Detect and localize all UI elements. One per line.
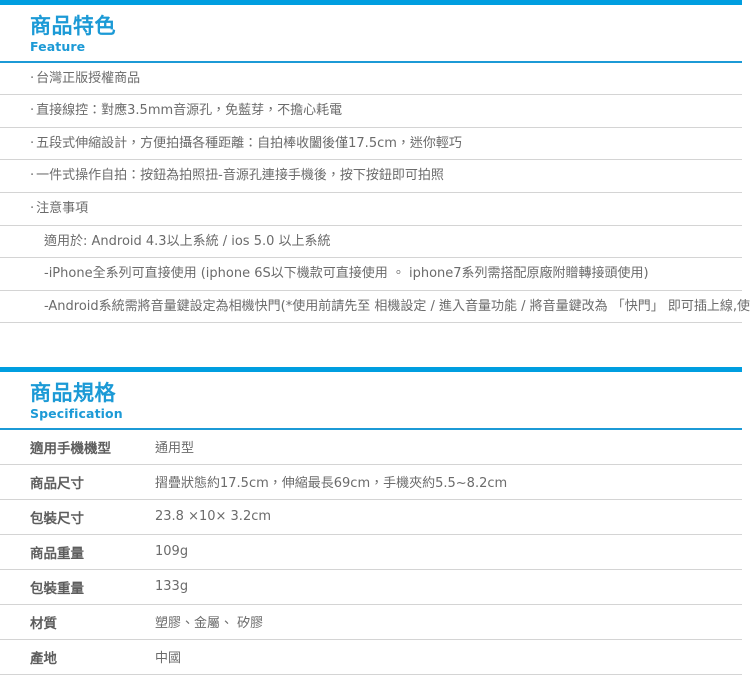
spec-label: 適用手機機型 [30, 440, 111, 457]
spec-title-en: Specification [30, 406, 123, 422]
spec-label: 包裝重量 [30, 580, 84, 597]
spec-label: 材質 [30, 615, 57, 632]
spec-value: 塑膠、金屬、 矽膠 [155, 616, 264, 632]
spec-value: 133g [155, 579, 189, 595]
feature-title-zh: 商品特色 [30, 14, 116, 38]
list-item: ‧ 五段式伸縮設計，方便拍攝各種距離：自拍棒收闔後僅17.5cm，迷你輕巧 [0, 128, 742, 161]
spec-label: 包裝尺寸 [30, 510, 84, 527]
page-bottom-spacer [0, 675, 742, 699]
specification-section: 商品規格 Specification 適用手機機型 通用型 商品尺寸 摺疊狀態約… [0, 367, 742, 699]
table-row: 適用手機機型 通用型 [0, 430, 742, 465]
feature-note-text: -iPhone全系列可直接使用 (iphone 6S以下機款可直接使用 。 ip… [0, 258, 742, 290]
feature-item-text: ‧ 五段式伸縮設計，方便拍攝各種距離：自拍棒收闔後僅17.5cm，迷你輕巧 [0, 128, 742, 160]
spec-section-header: 商品規格 Specification [0, 372, 742, 428]
feature-item-label: 直接線控：對應3.5mm音源孔，免藍芽，不擔心耗電 [36, 103, 343, 119]
list-item: ‧ 注意事項 [0, 193, 742, 226]
list-item: ‧ 台灣正版授權商品 [0, 63, 742, 96]
spec-value: 摺疊狀態約17.5cm，伸縮最長69cm，手機夾約5.5~8.2cm [155, 476, 508, 492]
feature-note-text: 適用於: Android 4.3以上系統 / ios 5.0 以上系統 [0, 226, 742, 258]
spec-title-zh: 商品規格 [30, 381, 116, 406]
feature-title-en: Feature [30, 39, 86, 55]
feature-note-label: -Android系統需將音量鍵設定為相機快門(*使用前請先至 相機設定 / 進入… [44, 298, 750, 314]
table-row: 包裝重量 133g [0, 569, 742, 605]
list-item: -Android系統需將音量鍵設定為相機快門(*使用前請先至 相機設定 / 進入… [0, 291, 750, 324]
list-item: ‧ 直接線控：對應3.5mm音源孔，免藍芽，不擔心耗電 [0, 95, 742, 128]
feature-item-label: 注意事項 [36, 200, 89, 216]
feature-item-label: 一件式操作自拍：按鈕為拍照扭-音源孔連接手機後，按下按鈕即可拍照 [36, 168, 444, 184]
spec-label: 商品重量 [30, 545, 84, 562]
spec-value: 23.8 ×10× 3.2cm [155, 509, 272, 525]
feature-item-label: 台灣正版授權商品 [36, 70, 141, 86]
table-row: 產地 中國 [0, 639, 742, 675]
feature-item-text: ‧ 直接線控：對應3.5mm音源孔，免藍芽，不擔心耗電 [0, 95, 742, 127]
list-item: ‧ 一件式操作自拍：按鈕為拍照扭-音源孔連接手機後，按下按鈕即可拍照 [0, 160, 742, 193]
feature-item-text: ‧ 注意事項 [0, 193, 742, 225]
feature-list: ‧ 台灣正版授權商品 ‧ 直接線控：對應3.5mm音源孔，免藍芽，不擔心耗電 ‧ 五段… [0, 63, 750, 324]
feature-item-text: ‧ 台灣正版授權商品 [0, 63, 742, 95]
list-item: 適用於: Android 4.3以上系統 / ios 5.0 以上系統 [0, 226, 742, 259]
feature-note-label: -iPhone全系列可直接使用 (iphone 6S以下機款可直接使用 。 ip… [44, 266, 649, 282]
feature-note-text: -Android系統需將音量鍵設定為相機快門(*使用前請先至 相機設定 / 進入… [0, 291, 750, 323]
spec-value: 109g [155, 544, 189, 560]
table-row: 商品重量 109g [0, 534, 742, 570]
table-row: 商品尺寸 摺疊狀態約17.5cm，伸縮最長69cm，手機夾約5.5~8.2cm [0, 464, 742, 500]
feature-section: 商品特色 Feature ‧ 台灣正版授權商品 ‧ 直接線控：對應3.5mm音源孔，… [0, 0, 750, 324]
feature-section-header: 商品特色 Feature [0, 5, 742, 61]
table-row: 材質 塑膠、金屬、 矽膠 [0, 604, 742, 640]
spec-value: 中國 [155, 651, 182, 667]
spec-label: 商品尺寸 [30, 475, 84, 492]
spec-value: 通用型 [155, 441, 195, 457]
feature-item-label: 五段式伸縮設計，方便拍攝各種距離：自拍棒收闔後僅17.5cm，迷你輕巧 [36, 135, 462, 151]
list-item: -iPhone全系列可直接使用 (iphone 6S以下機款可直接使用 。 ip… [0, 258, 742, 291]
table-row: 包裝尺寸 23.8 ×10× 3.2cm [0, 499, 742, 535]
feature-note-label: 適用於: Android 4.3以上系統 / ios 5.0 以上系統 [44, 233, 331, 249]
specification-table: 適用手機機型 通用型 商品尺寸 摺疊狀態約17.5cm，伸縮最長69cm，手機夾… [0, 430, 742, 675]
product-detail-page: 商品特色 Feature ‧ 台灣正版授權商品 ‧ 直接線控：對應3.5mm音源孔，… [0, 0, 750, 675]
feature-item-text: ‧ 一件式操作自拍：按鈕為拍照扭-音源孔連接手機後，按下按鈕即可拍照 [0, 160, 742, 192]
spec-label: 產地 [30, 650, 57, 667]
